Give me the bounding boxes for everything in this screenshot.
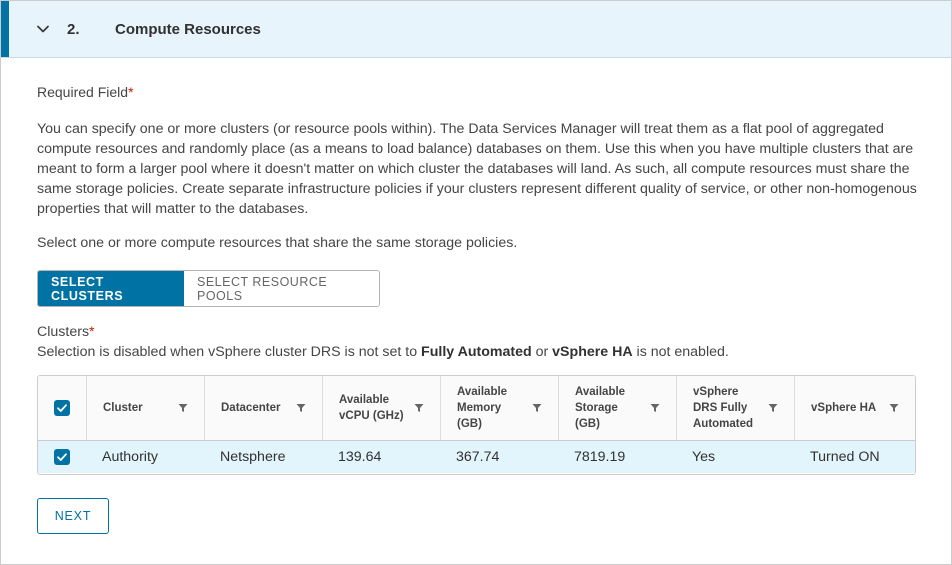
step-number: 2.	[67, 21, 80, 38]
step-header[interactable]: 2. Compute Resources	[1, 1, 951, 58]
table-row[interactable]: Authority Netsphere 139.64 367.74 7819.1…	[38, 441, 915, 473]
filter-icon[interactable]	[889, 403, 899, 413]
required-star: *	[128, 84, 134, 100]
clusters-datagrid: Cluster Datacenter Available vCPU (GHz) …	[37, 375, 916, 475]
filter-icon[interactable]	[414, 403, 424, 413]
cell-cluster: Authority	[102, 449, 158, 465]
filter-icon[interactable]	[768, 403, 778, 413]
required-field-note: Required Field*	[37, 84, 134, 100]
select-all-checkbox[interactable]	[54, 400, 70, 416]
step-accent-bar	[1, 1, 9, 57]
column-label: Available Storage (GB)	[575, 386, 626, 430]
cell-storage: 7819.19	[574, 449, 626, 465]
wizard-panel: 2. Compute Resources Required Field* You…	[0, 0, 952, 565]
cell-datacenter: Netsphere	[220, 449, 286, 465]
clusters-label: Clusters*	[37, 324, 95, 340]
select-resource-pools-button[interactable]: SELECT RESOURCE POOLS	[184, 271, 379, 306]
description-text: You can specify one or more clusters (or…	[37, 121, 917, 217]
info-prefix: Selection is disabled when vSphere clust…	[37, 344, 422, 360]
column-header-vcpu[interactable]: Available vCPU (GHz)	[322, 376, 440, 440]
required-field-label: Required Field	[37, 84, 129, 100]
column-label: Datacenter	[221, 402, 281, 414]
select-all-cell	[38, 376, 86, 440]
column-label: Available vCPU (GHz)	[339, 394, 404, 422]
column-label: vSphere DRS Fully Automated	[693, 386, 754, 430]
column-header-cluster[interactable]: Cluster	[86, 376, 204, 440]
cell-ha: Turned ON	[810, 449, 880, 465]
checkmark-icon	[57, 404, 67, 412]
column-label: vSphere HA	[811, 402, 877, 414]
cell-drs: Yes	[692, 449, 716, 465]
filter-icon[interactable]	[532, 403, 542, 413]
column-header-storage[interactable]: Available Storage (GB)	[558, 376, 676, 440]
info-mid: or	[531, 344, 553, 360]
column-header-drs[interactable]: vSphere DRS Fully Automated	[676, 376, 794, 440]
column-label: Cluster	[103, 402, 143, 414]
cell-vcpu: 139.64	[338, 449, 382, 465]
clusters-info-text: Selection is disabled when vSphere clust…	[37, 344, 729, 360]
select-clusters-button[interactable]: SELECT CLUSTERS	[38, 271, 184, 306]
next-button[interactable]: NEXT	[37, 498, 109, 534]
clusters-required-star: *	[89, 324, 95, 340]
resource-type-toggle: SELECT CLUSTERS SELECT RESOURCE POOLS	[37, 270, 380, 307]
select-instruction: Select one or more compute resources tha…	[37, 235, 518, 251]
chevron-down-icon[interactable]	[36, 22, 50, 36]
info-fully-automated: Fully Automated	[421, 344, 532, 360]
info-vsphere-ha: vSphere HA	[552, 344, 633, 360]
cell-memory: 367.74	[456, 449, 500, 465]
step-title: Compute Resources	[115, 21, 261, 38]
column-header-ha[interactable]: vSphere HA	[794, 376, 915, 440]
column-header-memory[interactable]: Available Memory (GB)	[440, 376, 558, 440]
row-select-cell	[38, 441, 86, 473]
column-header-datacenter[interactable]: Datacenter	[204, 376, 322, 440]
checkmark-icon	[57, 453, 67, 461]
row-checkbox[interactable]	[54, 449, 70, 465]
filter-icon[interactable]	[650, 403, 660, 413]
column-label: Available Memory (GB)	[457, 386, 508, 430]
filter-icon[interactable]	[178, 403, 188, 413]
clusters-label-text: Clusters	[37, 324, 90, 340]
datagrid-header: Cluster Datacenter Available vCPU (GHz) …	[38, 376, 915, 441]
filter-icon[interactable]	[296, 403, 306, 413]
info-suffix: is not enabled.	[632, 344, 729, 360]
